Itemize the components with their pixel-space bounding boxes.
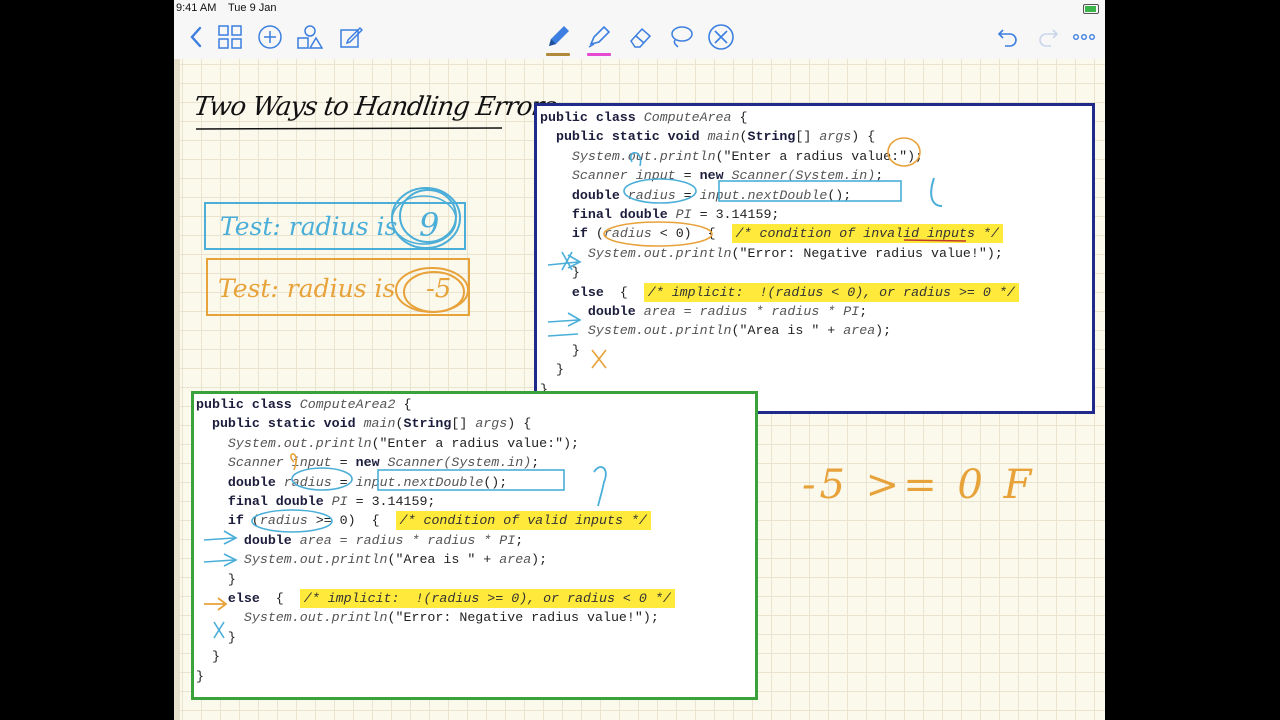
notes-app-window: 9:41 AM Tue 9 Jan Two Ways to Handling E… [174, 0, 1105, 720]
side-note: -5 >= 0 F [802, 462, 1036, 508]
annotation-ink [203, 137, 967, 639]
